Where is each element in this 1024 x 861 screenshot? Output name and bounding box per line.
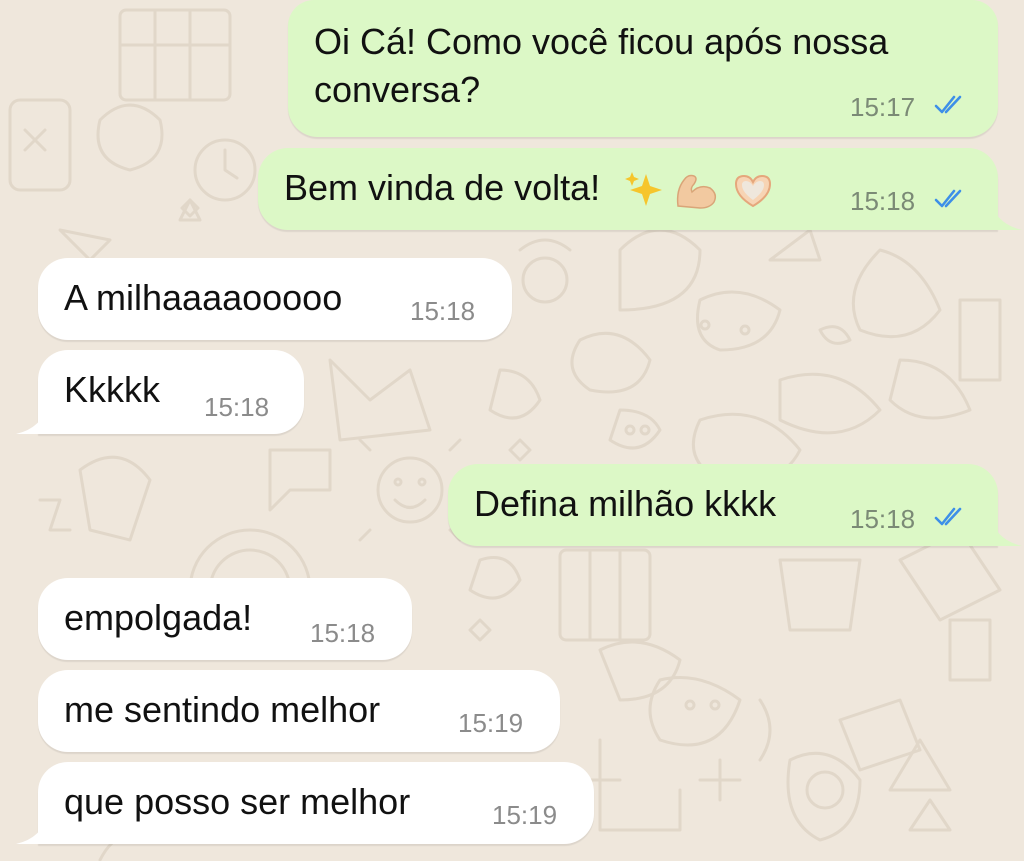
message-bubble-outgoing[interactable]: Bem vinda de volta! 15:18 [258,148,998,230]
message-timestamp: 15:17 [850,92,916,122]
read-receipt-icon [934,189,962,208]
message-timestamp: 15:18 [310,618,376,648]
bubble-tail [16,814,48,844]
message-timestamp: 15:18 [410,296,476,326]
message-bubble-outgoing[interactable]: Oi Cá! Como você ficou após nossa conver… [288,0,998,137]
read-receipt-icon [934,507,962,526]
bubble-tail [16,404,48,434]
message-text-body: Bem vinda de volta! [284,167,601,208]
message-bubble-incoming[interactable]: A milhaaaaooooo 15:18 [38,258,512,340]
message-text: me sentindo melhor [64,689,381,730]
message-text: que posso ser melhor [64,781,411,822]
message-bubble-incoming[interactable]: empolgada! 15:18 [38,578,412,660]
message-text: empolgada! [64,597,253,638]
message-timestamp: 15:19 [492,800,558,830]
message-bubble-outgoing[interactable]: Defina milhão kkkk 15:18 [448,464,998,546]
message-bubble-incoming[interactable]: que posso ser melhor 15:19 [38,762,594,844]
sparkles-emoji [624,164,664,212]
message-text: A milhaaaaooooo [64,277,343,318]
message-text: Defina milhão kkkk [474,483,777,524]
message-timestamp: 15:19 [458,708,524,738]
message-bubble-incoming[interactable]: me sentindo melhor 15:19 [38,670,560,752]
flexed-biceps-emoji [674,164,720,212]
message-bubble-incoming[interactable]: Kkkkk 15:18 [38,350,304,434]
heart-hands-emoji [730,164,776,212]
message-timestamp: 15:18 [850,504,916,534]
message-text: Oi Cá! Como você ficou após nossa conver… [314,21,889,110]
read-receipt-icon [934,95,962,114]
message-text: Kkkkk [64,369,161,410]
message-text: Bem vinda de volta! [284,164,776,212]
bubble-tail [990,200,1022,230]
bubble-tail [990,516,1022,546]
message-timestamp: 15:18 [204,392,270,422]
message-timestamp: 15:18 [850,186,916,216]
